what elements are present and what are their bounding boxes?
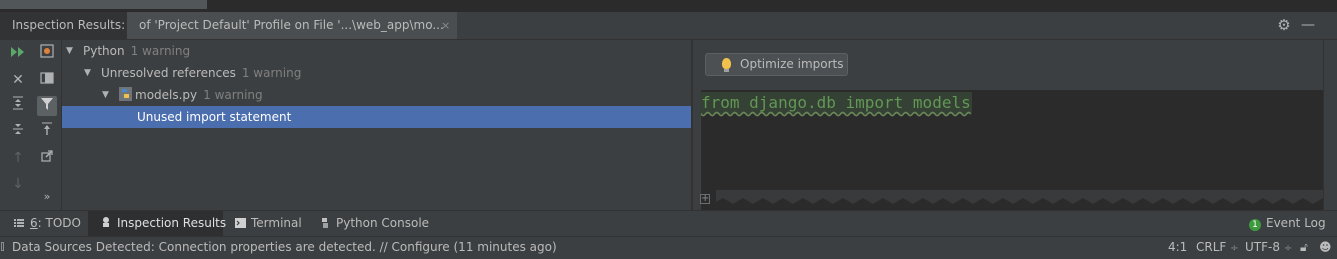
inspection-tab[interactable]: of 'Project Default' Profile on File '..… [127,12,457,39]
next-problem-icon[interactable]: ↓ [8,174,28,194]
terminal-tool-button[interactable]: Terminal [235,211,302,236]
tree-row-unused-import[interactable]: Unused import statement [62,106,691,128]
inspection-tab-label: of 'Project Default' Profile on File '..… [139,18,444,32]
chevron-down-icon: ÷ [1283,243,1293,254]
status-message[interactable]: Data Sources Detected: Connection proper… [12,237,557,257]
tree-row-python[interactable]: ▼ Python 1 warning [62,40,691,62]
optimize-imports-button[interactable]: Optimize imports [705,53,848,76]
tree-row-models-py[interactable]: ▼ models.py 1 warning [62,84,691,106]
lightbulb-icon [722,58,731,69]
editor-tab-remnant [0,0,207,9]
rerun-icon[interactable] [8,44,28,64]
filter-icon[interactable] [37,96,57,116]
inspection-icon [101,212,111,227]
expand-arrow-icon[interactable]: ▼ [84,62,91,84]
event-log-count-badge: 1 [1249,219,1261,231]
tree-row-label: models.py [135,88,198,102]
autoscroll-icon[interactable] [37,148,57,168]
expand-arrow-icon[interactable]: ▼ [66,40,73,62]
chevron-down-icon: ÷ [1230,243,1239,254]
inspection-results-tool-button[interactable]: Inspection Results [88,211,227,236]
inspection-tree: ▼ Python 1 warning ▼ Unresolved reference… [62,40,691,210]
inspection-toolbar: ✕ ↑ ↓ » [0,40,62,210]
lock-icon[interactable]: 🔓︎ [1300,237,1308,257]
inspection-header: Inspection Results: of 'Project Default'… [0,12,1337,40]
caret-position[interactable]: 4:1 [1168,237,1187,257]
tree-row-label: Unresolved references [101,66,236,80]
todo-label: : TODO [37,216,81,230]
close-icon[interactable]: ✕ [8,70,28,90]
todo-shortcut-number: 6 [30,216,38,230]
python-console-tool-button[interactable]: Python Console [320,211,429,236]
more-actions-icon[interactable]: » [37,190,57,204]
expand-arrow-icon[interactable]: ▼ [102,84,109,106]
tree-row-count: 1 warning [130,44,191,58]
tool-windows-toggle-icon[interactable] [1,242,4,251]
scrollbar-track[interactable] [1323,40,1337,210]
fold-marker-icon[interactable]: + [700,194,710,204]
encoding-selector[interactable]: UTF-8 ÷ [1245,237,1292,259]
line-separator-label: CRLF [1196,240,1227,254]
code-preview[interactable]: from django.db import models + [700,90,1323,210]
line-separator-selector[interactable]: CRLF ÷ [1196,237,1239,259]
event-log-tool-button[interactable]: 1 Event Log [1249,211,1326,236]
event-log-label: Event Log [1266,216,1326,230]
optimize-imports-label: Optimize imports [740,57,844,71]
editor-tab-strip [0,0,1337,12]
python-icon [320,212,330,228]
close-icon[interactable]: × [441,12,450,39]
list-icon [14,212,24,227]
python-file-icon [119,86,132,101]
todo-tool-button[interactable]: 6: TODO [14,211,81,236]
previous-problem-icon[interactable]: ↑ [8,148,28,168]
status-bar: Data Sources Detected: Connection proper… [0,236,1337,258]
encoding-label: UTF-8 [1245,240,1280,254]
terminal-label: Terminal [251,216,302,230]
gear-icon[interactable]: ⚙ [1276,16,1292,34]
tree-row-unresolved-references[interactable]: ▼ Unresolved references 1 warning [62,62,691,84]
inspector-icon[interactable]: ☻︎ [1319,237,1332,257]
tree-row-label: Unused import statement [137,110,292,124]
code-line: from django.db import models [700,92,972,114]
expand-all-icon[interactable] [8,96,28,116]
folded-region-separator [716,190,1323,204]
terminal-icon [235,212,246,228]
tree-row-count: 1 warning [203,88,263,102]
inspection-title: Inspection Results: [0,12,134,39]
collapse-all-icon[interactable] [8,122,28,142]
tree-row-count: 1 warning [241,66,302,80]
tree-row-label: Python [83,44,125,58]
profile-icon[interactable] [37,44,57,64]
preview-icon[interactable] [37,70,57,90]
inspection-results-label: Inspection Results [117,216,227,230]
minimize-icon[interactable]: — [1300,16,1316,34]
export-icon[interactable] [37,122,57,142]
tool-window-bar: 6: TODO Inspection Results Terminal Pyth… [0,210,1337,236]
problem-preview: Optimize imports from django.db import m… [693,40,1323,210]
python-console-label: Python Console [336,216,430,230]
